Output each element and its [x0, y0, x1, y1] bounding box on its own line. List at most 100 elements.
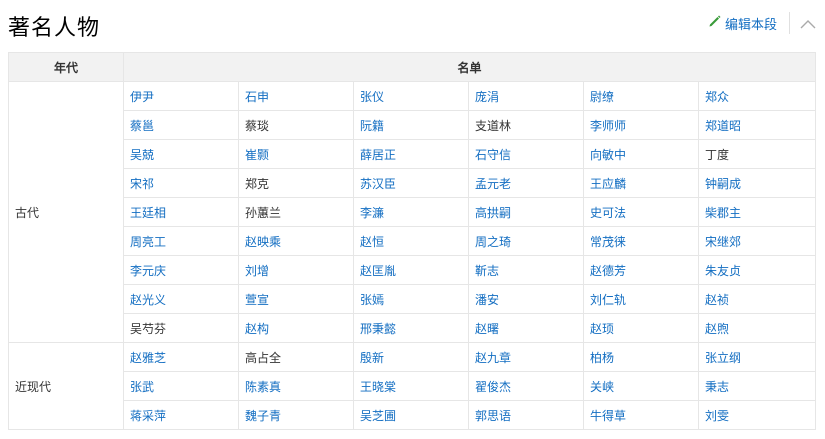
person-link[interactable]: 郭思语 [475, 409, 511, 423]
person-link[interactable]: 尉缭 [590, 90, 614, 104]
person-link[interactable]: 张仪 [360, 90, 384, 104]
person-link[interactable]: 高拱嗣 [475, 206, 511, 220]
name-cell: 高占全 [238, 342, 354, 372]
collapse-section-button[interactable] [799, 14, 817, 32]
person-link[interactable]: 赵曙 [475, 322, 499, 336]
edit-section-button[interactable]: 编辑本段 [708, 14, 777, 33]
person-link[interactable]: 赵煦 [705, 322, 729, 336]
name-cell: 支道林 [468, 110, 584, 140]
person-link[interactable]: 吴芝圃 [360, 409, 396, 423]
person-link[interactable]: 郑道昭 [705, 119, 741, 133]
person-link[interactable]: 张武 [130, 380, 154, 394]
name-cell: 尉缭 [583, 81, 699, 111]
person-link[interactable]: 赵光义 [130, 293, 166, 307]
person-link[interactable]: 钟嗣成 [705, 177, 741, 191]
person-link[interactable]: 郑众 [705, 90, 729, 104]
person-link[interactable]: 蒋采萍 [130, 409, 166, 423]
name-cell: 赵祯 [697, 284, 817, 314]
people-table: 年代 名单 古代 伊尹 石申 张仪 庞涓 尉缭 郑众 蔡邕 蔡琰 阮籍 支道林 李师师 郑道昭 吴兢 崔颢 薛… [8, 52, 817, 430]
person-link[interactable]: 刘仁轨 [590, 293, 626, 307]
person-link[interactable]: 秉志 [705, 380, 729, 394]
person-link[interactable]: 王廷相 [130, 206, 166, 220]
person-link[interactable]: 向敏中 [590, 148, 626, 162]
person-name: 吴芍芬 [130, 321, 167, 336]
person-link[interactable]: 赵德芳 [590, 264, 626, 278]
person-link[interactable]: 李濂 [360, 206, 384, 220]
name-cell: 赵曙 [468, 313, 584, 343]
name-cell: 蔡邕 [123, 110, 239, 140]
person-link[interactable]: 常茂徕 [590, 235, 626, 249]
person-link[interactable]: 刘雯 [705, 409, 729, 423]
name-cell: 赵九章 [468, 342, 584, 372]
table-row: 张武 陈素真 王晓棠 翟俊杰 关峡 秉志 [9, 371, 817, 401]
person-link[interactable]: 史可法 [590, 206, 626, 220]
person-link[interactable]: 潘安 [475, 293, 499, 307]
name-cell: 宋继郊 [697, 226, 817, 256]
person-link[interactable]: 李元庆 [130, 264, 166, 278]
name-cell: 赵映乘 [238, 226, 354, 256]
person-link[interactable]: 赵雅芝 [130, 351, 166, 365]
table-row: 宋祁 郑克 苏汉臣 孟元老 王应麟 钟嗣成 [9, 168, 817, 198]
table-row: 吴芍芬 赵构 邢秉懿 赵曙 赵顼 赵煦 [9, 313, 817, 343]
person-link[interactable]: 赵恒 [360, 235, 384, 249]
person-link[interactable]: 柏杨 [590, 351, 614, 365]
person-link[interactable]: 庞涓 [475, 90, 499, 104]
person-link[interactable]: 蔡邕 [130, 119, 154, 133]
person-link[interactable]: 赵顼 [590, 322, 614, 336]
name-cell: 石守信 [468, 139, 584, 169]
table-row: 吴兢 崔颢 薛居正 石守信 向敏中 丁度 [9, 139, 817, 169]
person-link[interactable]: 赵匡胤 [360, 264, 396, 278]
name-cell: 李元庆 [123, 255, 239, 285]
person-link[interactable]: 张嫣 [360, 293, 384, 307]
person-link[interactable]: 朱友贞 [705, 264, 741, 278]
name-cell: 伊尹 [123, 81, 239, 111]
person-link[interactable]: 王晓棠 [360, 380, 396, 394]
person-link[interactable]: 石守信 [475, 148, 511, 162]
name-cell: 萱宣 [238, 284, 354, 314]
table-row: 李元庆 刘增 赵匡胤 靳志 赵德芳 朱友贞 [9, 255, 817, 285]
person-link[interactable]: 邢秉懿 [360, 322, 396, 336]
person-link[interactable]: 宋继郊 [705, 235, 741, 249]
name-cell: 赵构 [238, 313, 354, 343]
person-link[interactable]: 张立纲 [705, 351, 741, 365]
name-cell: 秉志 [697, 371, 817, 401]
person-link[interactable]: 周亮工 [130, 235, 166, 249]
person-link[interactable]: 周之琦 [475, 235, 511, 249]
person-link[interactable]: 赵九章 [475, 351, 511, 365]
person-link[interactable]: 陈素真 [245, 380, 281, 394]
section-actions: 编辑本段 [708, 12, 817, 34]
person-link[interactable]: 魏子青 [245, 409, 281, 423]
person-link[interactable]: 李师师 [590, 119, 626, 133]
person-link[interactable]: 苏汉臣 [360, 177, 396, 191]
person-link[interactable]: 柴郡主 [705, 206, 741, 220]
person-link[interactable]: 萱宣 [245, 293, 269, 307]
name-cell: 向敏中 [583, 139, 699, 169]
table-row: 古代 伊尹 石申 张仪 庞涓 尉缭 郑众 [8, 81, 817, 343]
person-name: 高占全 [245, 350, 282, 365]
name-cell: 魏子青 [238, 400, 354, 430]
person-link[interactable]: 翟俊杰 [475, 380, 511, 394]
person-link[interactable]: 伊尹 [130, 90, 154, 104]
person-link[interactable]: 赵映乘 [245, 235, 281, 249]
person-link[interactable]: 殷新 [360, 351, 384, 365]
person-link[interactable]: 宋祁 [130, 177, 154, 191]
table-row: 周亮工 赵映乘 赵恒 周之琦 常茂徕 宋继郊 [9, 226, 817, 256]
name-cell: 刘仁轨 [583, 284, 699, 314]
person-link[interactable]: 刘增 [245, 264, 269, 278]
name-cell: 蒋采萍 [123, 400, 239, 430]
name-cell: 赵煦 [697, 313, 817, 343]
person-link[interactable]: 靳志 [475, 264, 499, 278]
person-name: 孙蕙兰 [245, 205, 282, 220]
person-link[interactable]: 赵祯 [705, 293, 729, 307]
person-link[interactable]: 王应麟 [590, 177, 626, 191]
person-link[interactable]: 吴兢 [130, 148, 154, 162]
name-cell: 史可法 [583, 197, 699, 227]
person-link[interactable]: 崔颢 [245, 148, 269, 162]
person-link[interactable]: 薛居正 [360, 148, 396, 162]
person-link[interactable]: 赵构 [245, 322, 269, 336]
person-link[interactable]: 关峡 [590, 380, 614, 394]
person-link[interactable]: 阮籍 [360, 119, 384, 133]
person-link[interactable]: 石申 [245, 90, 269, 104]
person-link[interactable]: 孟元老 [475, 177, 511, 191]
person-link[interactable]: 牛得草 [590, 409, 626, 423]
